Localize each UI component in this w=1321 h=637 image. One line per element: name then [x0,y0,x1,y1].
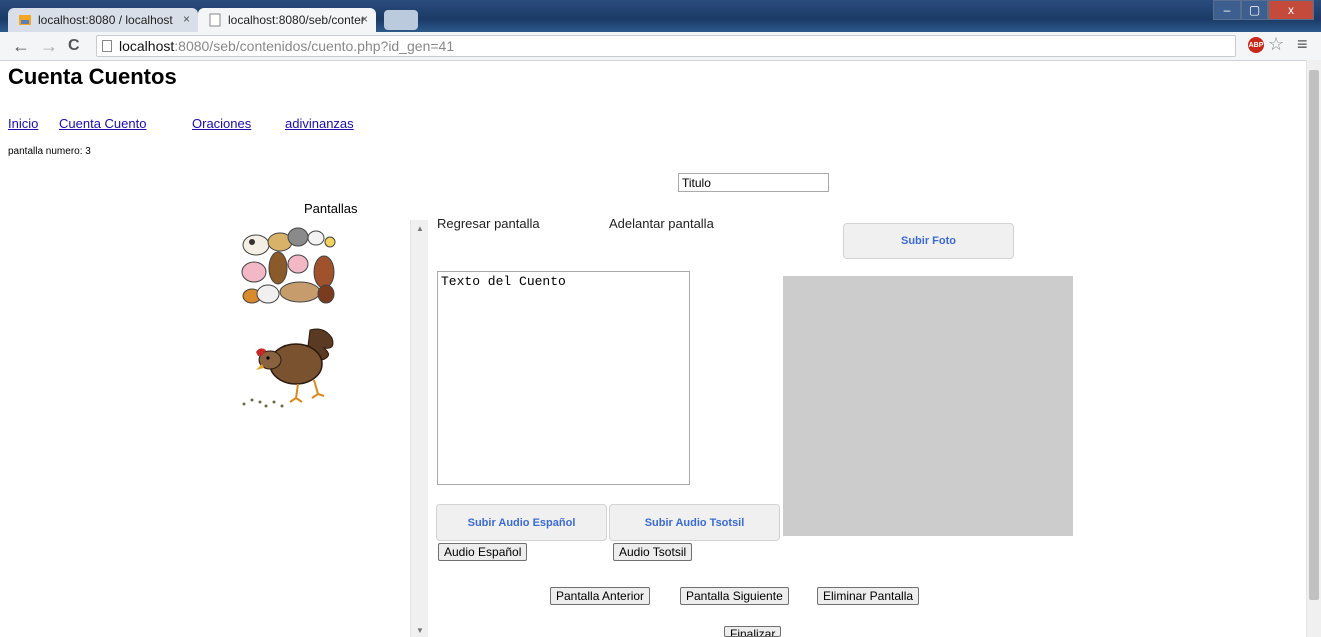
adelantar-pantalla-link[interactable]: Adelantar pantalla [609,216,714,231]
audio-espanol-button[interactable]: Audio Español [438,543,528,561]
scroll-down-icon[interactable]: ▼ [416,626,424,635]
nav-link-cuenta-cuento[interactable]: Cuenta Cuento [59,116,146,131]
url-host: localhost [119,38,175,54]
forward-button[interactable]: → [40,35,58,57]
page-title: Cuenta Cuentos [8,64,177,89]
scroll-up-icon[interactable]: ▲ [416,224,424,233]
nav-link-oraciones[interactable]: Oraciones [192,116,251,131]
nav-link-inicio[interactable]: Inicio [8,116,38,131]
bookmark-star-icon[interactable]: ☆ [1268,34,1284,55]
page-icon [208,13,222,27]
address-bar[interactable]: localhost:8080/seb/contenidos/cuento.php… [96,35,1236,57]
pma-icon [18,13,32,27]
url-path: :8080/seb/contenidos/cuento.php?id_gen=4… [174,38,455,54]
maximize-button[interactable]: ▢ [1241,0,1268,20]
audio-tsotsil-button[interactable]: Audio Tsotsil [613,543,693,561]
farm-animals-icon [241,227,336,304]
pantalla-anterior-button[interactable]: Pantalla Anterior [550,587,651,605]
finalizar-button[interactable]: Finalizar [724,626,782,637]
subir-foto-button[interactable]: Subir Foto [843,223,1014,259]
back-button[interactable]: ← [12,35,30,57]
tab-close-icon[interactable]: × [183,12,190,26]
farm-animals-thumbnail[interactable] [238,220,338,306]
cuento-textarea[interactable]: Texto del Cuento [437,271,690,485]
frame-scrollbar[interactable]: ▲ ▼ [410,220,428,637]
screen-number: pantalla numero: 3 [8,146,91,157]
page-icon [102,40,112,52]
minimize-button[interactable]: – [1213,0,1241,20]
regresar-pantalla-link[interactable]: Regresar pantalla [437,216,540,231]
subir-audio-espanol-button[interactable]: Subir Audio Español [436,504,607,541]
page-scroll-thumb[interactable] [1309,70,1319,600]
subir-audio-tsotsil-button[interactable]: Subir Audio Tsotsil [609,504,780,541]
browser-tab-cuento[interactable]: localhost:8080/seb/conter × [198,8,376,32]
tab-label: localhost:8080/seb/conter [228,13,365,27]
close-window-button[interactable]: x [1268,0,1314,20]
titulo-input[interactable] [678,173,829,192]
pantalla-siguiente-button[interactable]: Pantalla Siguiente [680,587,789,605]
browser-tab-phpmyadmin[interactable]: localhost:8080 / localhost × [8,8,198,32]
nav-link-adivinanzas[interactable]: adivinanzas [285,116,354,131]
pantallas-heading: Pantallas [304,201,358,216]
tab-close-icon[interactable]: × [361,12,368,26]
hen-icon [242,328,334,408]
new-tab-button[interactable] [384,10,418,30]
eliminar-pantalla-button[interactable]: Eliminar Pantalla [817,587,920,605]
photo-preview [783,276,1073,536]
reload-button[interactable]: C [68,35,80,57]
tab-label: localhost:8080 / localhost [38,13,173,27]
menu-icon[interactable]: ≡ [1297,34,1308,55]
adblock-icon[interactable]: ABP [1248,37,1264,53]
page-scrollbar[interactable] [1306,60,1321,637]
hen-thumbnail[interactable] [238,322,338,412]
